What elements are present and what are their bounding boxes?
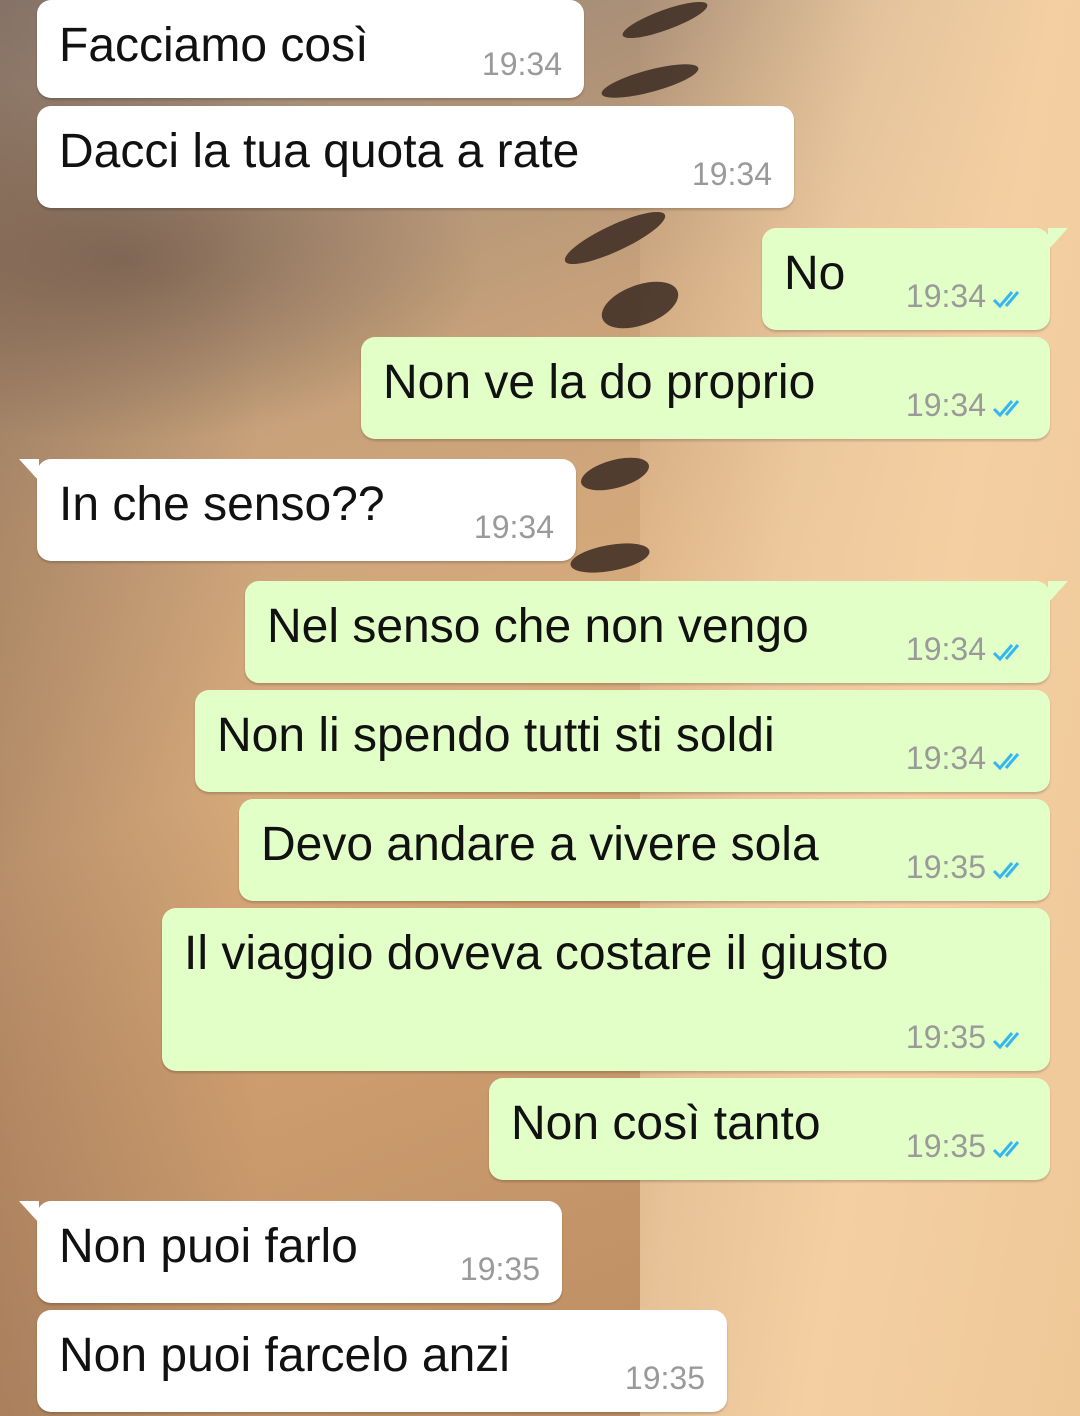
message-text: Non puoi farlo <box>59 1220 358 1273</box>
outgoing-message[interactable]: Non li spendo tutti sti soldi 19:34 <box>195 690 1050 792</box>
message-meta: 19:34 <box>906 740 1030 776</box>
outgoing-message[interactable]: No 19:34 <box>762 228 1068 330</box>
message-text: Non ve la do proprio <box>383 356 816 409</box>
message-meta: 19:34 <box>906 278 1030 314</box>
message-text: Devo andare a vivere sola <box>261 818 819 871</box>
message-time: 19:35 <box>459 1251 540 1287</box>
outgoing-message[interactable]: Non così tanto 19:35 <box>489 1078 1050 1180</box>
message-time: 19:35 <box>905 1019 986 1055</box>
outgoing-message[interactable]: Devo andare a vivere sola 19:35 <box>239 799 1050 901</box>
message-text: Non li spendo tutti sti soldi <box>217 709 775 762</box>
message-text: Facciamo così <box>59 19 369 72</box>
message-text: Non così tanto <box>511 1097 821 1150</box>
incoming-message[interactable]: Facciamo così 19:34 <box>37 0 584 98</box>
message-time: 19:35 <box>905 849 986 885</box>
message-text: In che senso?? <box>59 478 385 531</box>
message-text: Nel senso che non vengo <box>267 600 809 653</box>
message-time: 19:34 <box>905 278 986 314</box>
message-meta: 19:34 <box>906 631 1030 667</box>
message-time: 19:34 <box>481 46 562 82</box>
message-meta: 19:34 <box>906 387 1030 423</box>
message-time: 19:34 <box>905 631 986 667</box>
double-check-icon <box>992 399 1020 417</box>
wallpaper-footprint <box>568 538 652 578</box>
outgoing-message[interactable]: Nel senso che non vengo 19:34 <box>245 581 1068 683</box>
message-time: 19:35 <box>624 1360 705 1396</box>
wallpaper-footprint <box>595 272 685 338</box>
wallpaper-footprint <box>559 202 671 274</box>
double-check-icon <box>992 752 1020 770</box>
message-meta: 19:35 <box>906 1019 1030 1055</box>
incoming-message[interactable]: Dacci la tua quota a rate 19:34 <box>37 106 794 208</box>
message-text: Dacci la tua quota a rate <box>59 125 580 178</box>
message-time: 19:34 <box>691 156 772 192</box>
message-text: Non puoi farcelo anzi <box>59 1329 510 1382</box>
double-check-icon <box>992 1140 1020 1158</box>
incoming-message[interactable]: Non puoi farlo 19:35 <box>19 1201 562 1303</box>
double-check-icon <box>992 1031 1020 1049</box>
double-check-icon <box>992 290 1020 308</box>
message-text: Il viaggio doveva costare il giusto <box>184 927 889 980</box>
outgoing-message[interactable]: Non ve la do proprio 19:34 <box>361 337 1050 439</box>
incoming-message[interactable]: In che senso?? 19:34 <box>19 459 576 561</box>
wallpaper-footprint <box>598 57 702 105</box>
double-check-icon <box>992 643 1020 661</box>
message-meta: 19:35 <box>906 1128 1030 1164</box>
message-time: 19:34 <box>473 509 554 545</box>
outgoing-message[interactable]: Il viaggio doveva costare il giusto 19:3… <box>162 908 1050 1071</box>
double-check-icon <box>992 861 1020 879</box>
message-time: 19:34 <box>905 387 986 423</box>
message-text: No <box>784 247 846 300</box>
wallpaper-footprint <box>577 451 653 497</box>
wallpaper-footprint <box>619 0 711 45</box>
message-time: 19:34 <box>905 740 986 776</box>
incoming-message[interactable]: Non puoi farcelo anzi 19:35 <box>37 1310 727 1412</box>
message-time: 19:35 <box>905 1128 986 1164</box>
message-meta: 19:35 <box>906 849 1030 885</box>
